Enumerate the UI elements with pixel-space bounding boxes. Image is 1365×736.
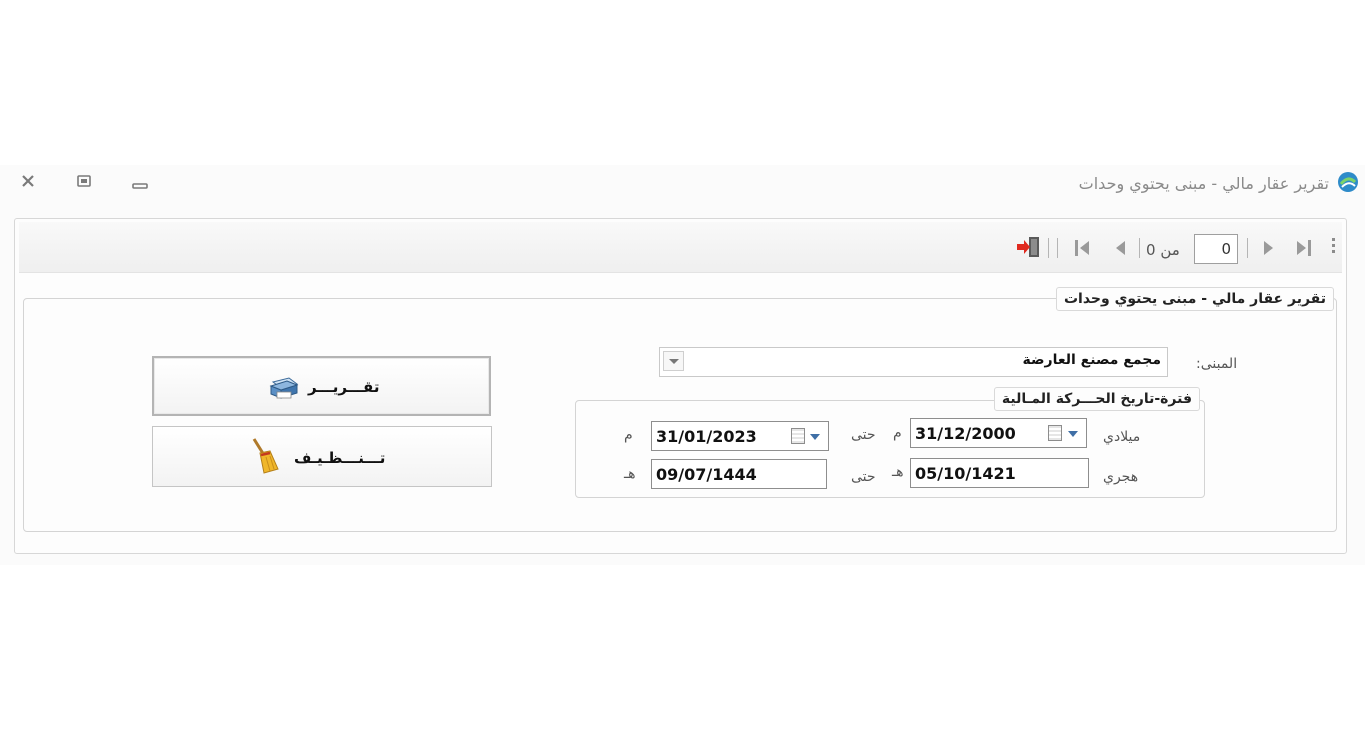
toolbar-separator	[1048, 238, 1049, 258]
printer-icon	[267, 372, 301, 402]
previous-page-icon[interactable]	[1113, 240, 1129, 256]
building-value: مجمع مصنع العارضة	[1022, 352, 1162, 368]
building-select[interactable]: مجمع مصنع العارضة	[659, 347, 1168, 377]
chevron-down-icon[interactable]	[1068, 431, 1078, 437]
building-label: المبنى:	[1196, 356, 1238, 372]
calendar-icon[interactable]	[1048, 425, 1062, 441]
to-label: حتى	[851, 427, 876, 443]
chevron-down-icon[interactable]	[810, 434, 820, 440]
page-number-input[interactable]: 0	[1194, 234, 1238, 264]
gregorian-label: ميلادي	[1103, 429, 1141, 445]
minimize-icon[interactable]	[129, 173, 151, 195]
toolbar-grip[interactable]	[1332, 238, 1335, 254]
gregorian-suffix: م	[893, 425, 902, 441]
clear-button-label: تـــنـــظـيـف	[294, 449, 386, 467]
hijri-suffix: هـ	[892, 464, 904, 480]
gregorian-to-value: 31/01/2023	[656, 427, 757, 446]
restore-icon[interactable]	[73, 173, 95, 195]
first-page-icon[interactable]	[1075, 240, 1091, 256]
to-label-hijri: حتى	[851, 469, 876, 485]
period-title: فترة-تاريخ الحـــركة المـالية	[993, 387, 1200, 411]
hijri-to-date[interactable]: 09/07/1444	[651, 459, 827, 489]
toolbar-separator	[1139, 238, 1140, 258]
title-bar: تقرير عقار مالي - مبنى يحتوي وحدات	[0, 165, 1365, 205]
app-logo-icon	[1337, 171, 1359, 193]
report-toolbar: 0 من 0	[19, 222, 1342, 273]
gregorian-from-value: 31/12/2000	[915, 424, 1016, 443]
report-button-label: تقـــريـــر	[308, 378, 380, 396]
toolbar-separator	[1247, 238, 1248, 258]
hijri-to-suffix: هـ	[624, 466, 636, 482]
report-button[interactable]: تقـــريـــر	[152, 356, 491, 416]
exit-icon[interactable]	[1015, 236, 1041, 258]
hijri-from-value: 05/10/1421	[915, 464, 1016, 483]
window-title: تقرير عقار مالي - مبنى يحتوي وحدات	[1078, 174, 1329, 193]
next-page-icon[interactable]	[1261, 240, 1277, 256]
gregorian-to-suffix: م	[624, 427, 633, 443]
broom-icon	[248, 437, 284, 475]
close-icon[interactable]	[17, 173, 39, 195]
group-title: تقرير عقار مالي - مبنى يحتوي وحدات	[1055, 287, 1334, 311]
hijri-label: هجري	[1103, 469, 1139, 485]
gregorian-to-date[interactable]: 31/01/2023	[651, 421, 829, 451]
clear-button[interactable]: تـــنـــظـيـف	[152, 426, 492, 487]
page-count-label: من 0	[1146, 241, 1180, 259]
hijri-from-date[interactable]: 05/10/1421	[910, 458, 1089, 488]
chevron-down-icon[interactable]	[663, 351, 684, 371]
last-page-icon[interactable]	[1297, 240, 1313, 256]
calendar-icon[interactable]	[791, 428, 805, 444]
hijri-to-value: 09/07/1444	[656, 465, 757, 484]
toolbar-separator	[1057, 238, 1058, 258]
gregorian-from-date[interactable]: 31/12/2000	[910, 418, 1087, 448]
